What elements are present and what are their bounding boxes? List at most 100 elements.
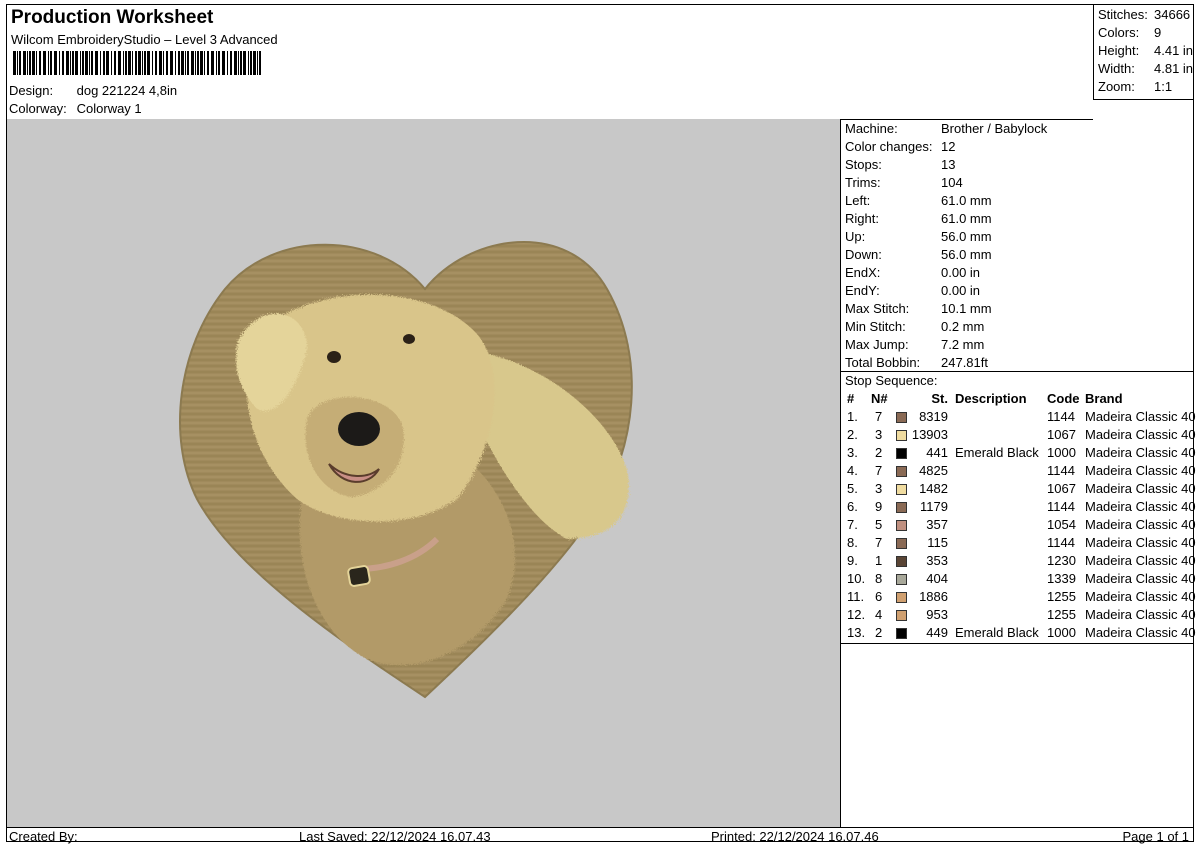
color-swatch bbox=[896, 466, 907, 477]
summary-value: 9 bbox=[1154, 25, 1162, 40]
color-swatch bbox=[896, 628, 907, 639]
info-label: Min Stitch: bbox=[845, 319, 906, 334]
info-label: Max Stitch: bbox=[845, 301, 910, 316]
row-code: 1067 bbox=[1047, 427, 1076, 442]
row-stitches: 4825 bbox=[919, 463, 948, 478]
stop-sequence-row: 9. 1 353 1230 Madeira Classic 40 bbox=[841, 553, 1196, 571]
info-row: Max Stitch: 10.1 mm bbox=[845, 301, 992, 319]
info-row: EndX: 0.00 in bbox=[845, 265, 980, 283]
info-value: 12 bbox=[941, 139, 956, 154]
row-code: 1144 bbox=[1047, 409, 1075, 424]
row-needle: 6 bbox=[875, 589, 883, 604]
stop-sequence-row: 4. 7 4825 1144 Madeira Classic 40 bbox=[841, 463, 1196, 481]
row-num: 5. bbox=[847, 481, 858, 496]
row-brand: Madeira Classic 40 bbox=[1085, 427, 1196, 442]
info-label: Stops: bbox=[845, 157, 882, 172]
info-value: 247.81ft bbox=[941, 355, 988, 370]
row-stitches: 115 bbox=[927, 535, 948, 550]
row-needle: 9 bbox=[875, 499, 883, 514]
row-description: Emerald Black bbox=[955, 445, 1039, 460]
col-needle: N# bbox=[871, 391, 888, 406]
info-row: Machine: Brother / Babylock bbox=[845, 121, 1047, 139]
row-brand: Madeira Classic 40 bbox=[1085, 571, 1196, 586]
row-needle: 1 bbox=[875, 553, 883, 568]
row-code: 1339 bbox=[1047, 571, 1076, 586]
stop-sequence-row: 8. 7 115 1144 Madeira Classic 40 bbox=[841, 535, 1196, 553]
summary-label: Width: bbox=[1098, 61, 1135, 76]
color-swatch bbox=[896, 412, 907, 423]
row-stitches: 8319 bbox=[919, 409, 948, 424]
row-needle: 2 bbox=[875, 625, 883, 640]
summary-panel: Stitches: 34666 Colors: 9 Height: 4.41 in W… bbox=[1093, 5, 1194, 100]
row-needle: 3 bbox=[875, 481, 883, 496]
info-label: Down: bbox=[845, 247, 882, 262]
row-code: 1255 bbox=[1047, 607, 1076, 622]
design-value: dog 221224 4,8in bbox=[76, 83, 178, 98]
info-row: Color changes: 12 bbox=[845, 139, 955, 157]
info-label: Trims: bbox=[845, 175, 881, 190]
row-brand: Madeira Classic 40 bbox=[1085, 517, 1196, 532]
design-label: Design: bbox=[9, 83, 54, 98]
stop-sequence-row: 11. 6 1886 1255 Madeira Classic 40 bbox=[841, 589, 1196, 607]
row-brand: Madeira Classic 40 bbox=[1085, 625, 1196, 640]
row-needle: 7 bbox=[875, 409, 883, 424]
worksheet-frame: Production Worksheet Wilcom EmbroiderySt… bbox=[6, 4, 1196, 844]
design-preview-canvas[interactable] bbox=[7, 119, 841, 827]
info-row: Min Stitch: 0.2 mm bbox=[845, 319, 984, 337]
info-value: Brother / Babylock bbox=[941, 121, 1048, 136]
summary-row: Stitches: 34666 bbox=[1098, 7, 1190, 25]
row-code: 1255 bbox=[1047, 589, 1076, 604]
last-saved: Last Saved: 22/12/2024 16.07.43 bbox=[299, 829, 491, 844]
col-num: # bbox=[847, 391, 855, 406]
row-num: 12. bbox=[847, 607, 866, 622]
summary-label: Colors: bbox=[1098, 25, 1140, 40]
info-value: 13 bbox=[941, 157, 956, 172]
dog-eye-left bbox=[327, 351, 341, 363]
summary-label: Height: bbox=[1098, 43, 1140, 58]
color-swatch bbox=[896, 556, 907, 567]
info-value: 0.2 mm bbox=[941, 319, 985, 334]
row-stitches: 357 bbox=[926, 517, 948, 532]
color-swatch bbox=[896, 502, 907, 513]
barcode bbox=[13, 51, 261, 75]
info-label: Machine: bbox=[845, 121, 898, 136]
dog-tag bbox=[347, 565, 371, 587]
row-brand: Madeira Classic 40 bbox=[1085, 481, 1196, 496]
side-panel: Machine: Brother / Babylock Color changes… bbox=[841, 119, 1196, 827]
stop-sequence-heading: Stop Sequence: bbox=[845, 373, 938, 388]
dog-eye-right bbox=[403, 334, 415, 344]
stop-sequence-row: 12. 4 953 1255 Madeira Classic 40 bbox=[841, 607, 1196, 625]
col-stitches: St. bbox=[931, 391, 948, 406]
row-code: 1054 bbox=[1047, 517, 1076, 532]
info-row: EndY: 0.00 in bbox=[845, 283, 980, 301]
summary-value: 1:1 bbox=[1154, 79, 1173, 94]
info-label: EndX: bbox=[845, 265, 881, 280]
summary-row: Colors: 9 bbox=[1098, 25, 1161, 43]
summary-value: 4.41 in bbox=[1154, 43, 1194, 58]
row-code: 1067 bbox=[1047, 481, 1076, 496]
col-code: Code bbox=[1047, 391, 1080, 406]
stop-sequence-row: 5. 3 1482 1067 Madeira Classic 40 bbox=[841, 481, 1196, 499]
row-num: 10. bbox=[847, 571, 866, 586]
row-code: 1144 bbox=[1047, 463, 1075, 478]
row-stitches: 353 bbox=[926, 553, 948, 568]
summary-value: 4.81 in bbox=[1154, 61, 1194, 76]
summary-row: Height: 4.41 in bbox=[1098, 43, 1193, 61]
stop-sequence: Stop Sequence: # N# St. Description Code… bbox=[841, 371, 1196, 644]
color-swatch bbox=[896, 574, 907, 585]
stop-sequence-header: # N# St. Description Code Brand bbox=[841, 391, 1194, 409]
info-label: Up: bbox=[845, 229, 866, 244]
row-code: 1000 bbox=[1047, 445, 1076, 460]
info-row: Stops: 13 bbox=[845, 157, 955, 175]
worksheet-footer: Created By: Last Saved: 22/12/2024 16.07… bbox=[7, 827, 1193, 844]
row-needle: 8 bbox=[875, 571, 883, 586]
info-row: Right: 61.0 mm bbox=[845, 211, 992, 229]
info-label: Max Jump: bbox=[845, 337, 909, 352]
row-stitches: 953 bbox=[926, 607, 948, 622]
info-value: 0.00 in bbox=[941, 265, 981, 280]
color-swatch bbox=[896, 484, 907, 495]
info-value: 56.0 mm bbox=[941, 247, 992, 262]
row-brand: Madeira Classic 40 bbox=[1085, 535, 1196, 550]
info-value: 0.00 in bbox=[941, 283, 981, 298]
row-brand: Madeira Classic 40 bbox=[1085, 409, 1196, 424]
